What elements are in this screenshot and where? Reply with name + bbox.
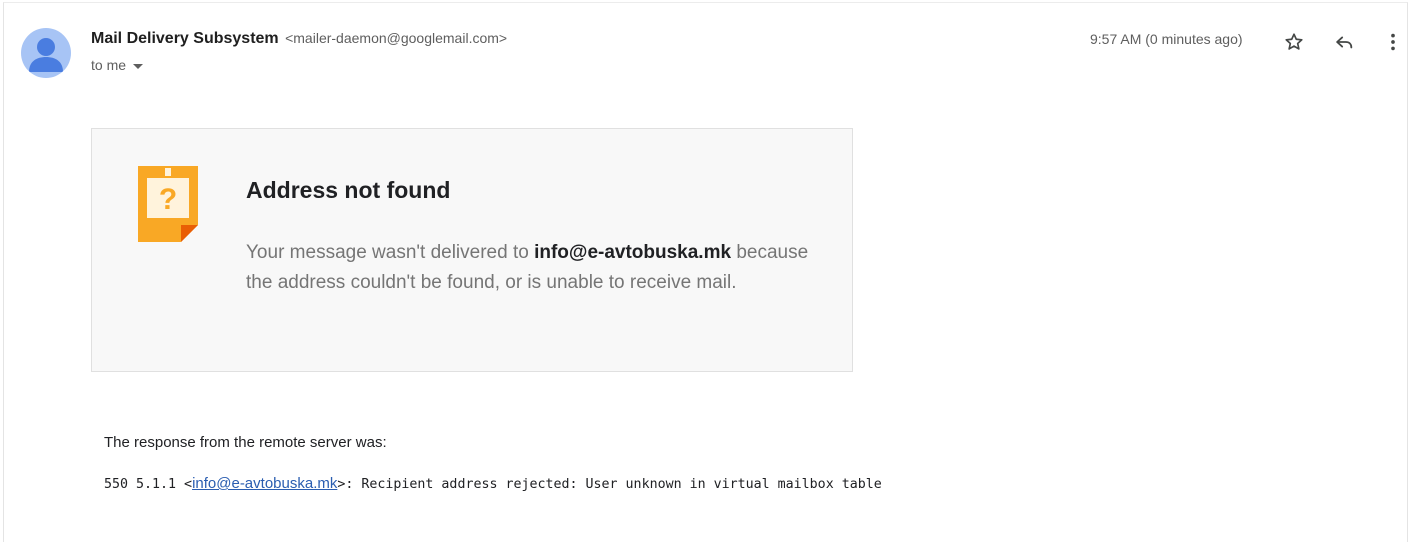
- recipient-address-link[interactable]: info@e-avtobuska.mk: [192, 475, 337, 492]
- star-icon: [1285, 33, 1303, 50]
- recipient-label: to me: [91, 57, 127, 73]
- server-response-code: 550 5.1.1 <info@e-avtobuska.mk>: Recipie…: [104, 475, 882, 492]
- recipient-details-toggle[interactable]: to me: [91, 57, 144, 73]
- response-code-suffix: >: Recipient address rejected: User unkn…: [337, 477, 882, 492]
- message-timestamp: 9:57 AM (0 minutes ago): [1090, 31, 1243, 47]
- sender-name[interactable]: Mail Delivery Subsystem: [91, 30, 279, 47]
- reply-icon: [1336, 36, 1353, 49]
- sender-email: <mailer-daemon@googlemail.com>: [285, 30, 508, 46]
- person-avatar-icon: [29, 38, 63, 72]
- more-vert-icon: [1391, 33, 1395, 51]
- undelivered-address: info@e-avtobuska.mk: [534, 242, 732, 263]
- delivery-failure-card: ? Address not found Your message wasn't …: [91, 128, 853, 372]
- sender-line: Mail Delivery Subsystem <mailer-daemon@g…: [91, 30, 507, 48]
- caret-down-icon: [133, 63, 144, 69]
- card-message-prefix: Your message wasn't delivered to: [246, 242, 535, 263]
- server-response-label: The response from the remote server was:: [104, 434, 387, 451]
- response-code-prefix: 550 5.1.1 <: [104, 477, 193, 492]
- svg-text:?: ?: [159, 183, 177, 216]
- more-options-button[interactable]: [1379, 28, 1407, 56]
- reply-button[interactable]: [1330, 28, 1358, 56]
- card-message: Your message wasn't delivered to info@e-…: [246, 238, 826, 298]
- star-button[interactable]: [1280, 28, 1308, 56]
- question-note-icon: ?: [137, 165, 199, 248]
- sender-avatar[interactable]: [21, 28, 71, 78]
- card-title: Address not found: [246, 177, 451, 203]
